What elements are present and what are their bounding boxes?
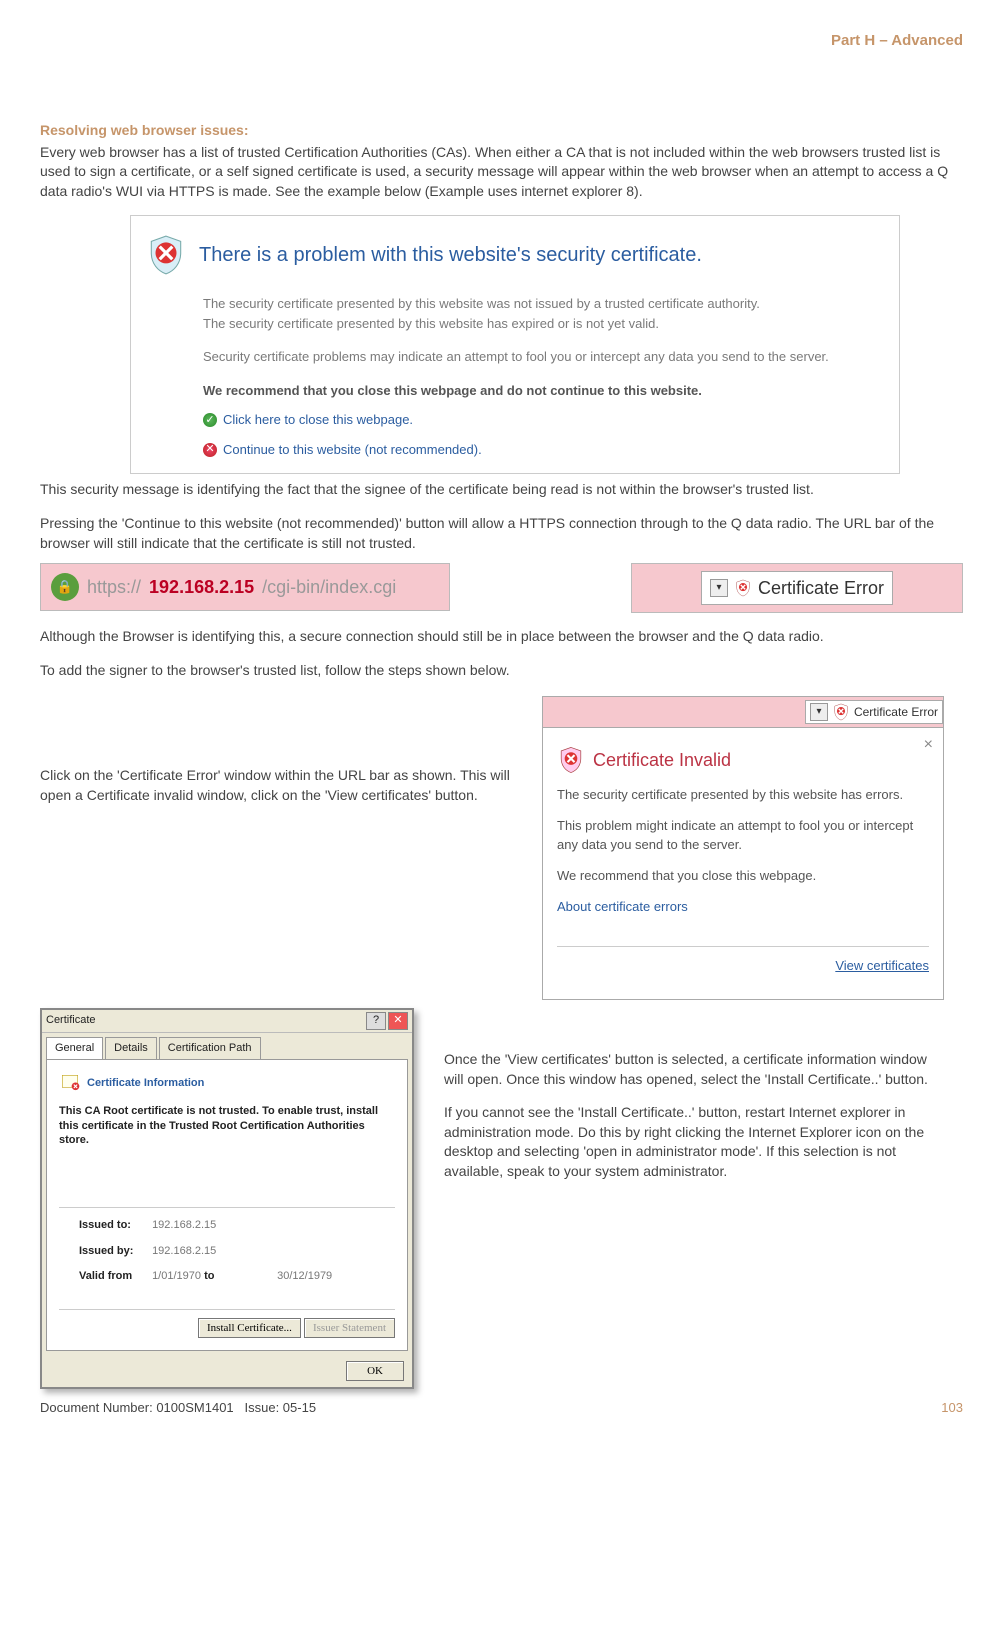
mid-paragraph-3: Although the Browser is identifying this… (40, 627, 963, 647)
page-number: 103 (941, 1399, 963, 1417)
ie-warning-title: There is a problem with this website's s… (199, 241, 702, 269)
tab-certpath[interactable]: Certification Path (159, 1037, 261, 1059)
valid-to-value: 30/12/1979 (277, 1270, 332, 1282)
help-button[interactable]: ? (366, 1012, 386, 1030)
section-header: Part H – Advanced (40, 30, 963, 51)
close-icon[interactable]: × (924, 734, 933, 756)
tab-details[interactable]: Details (105, 1037, 157, 1059)
popup-p1: The security certificate presented by th… (557, 786, 929, 805)
footer-issue: Issue: 05-15 (245, 1400, 317, 1415)
url-path: /cgi-bin/index.cgi (262, 575, 396, 600)
ie-line2: The security certificate presented by th… (203, 314, 885, 334)
ie-recommend: We recommend that you close this webpage… (203, 381, 885, 401)
shield-error-icon (734, 579, 752, 597)
mid-paragraph-2: Pressing the 'Continue to this website (… (40, 514, 963, 553)
ie-close-link[interactable]: ✓ Click here to close this webpage. (203, 410, 885, 430)
url-host: 192.168.2.15 (149, 575, 254, 600)
issued-to-label: Issued to: (79, 1218, 149, 1233)
ie-line1: The security certificate presented by th… (203, 294, 885, 314)
ie-warning-box: There is a problem with this website's s… (130, 215, 900, 474)
x-icon: ✕ (203, 443, 217, 457)
ie-line3: Security certificate problems may indica… (203, 347, 885, 367)
cert-invalid-popup: ▾ Certificate Error × Certificate Invali… (542, 696, 944, 1000)
close-button[interactable]: ✕ (388, 1012, 408, 1030)
right-paragraph-2: If you cannot see the 'Install Certifica… (444, 1103, 944, 1181)
valid-to-label: to (204, 1269, 274, 1284)
valid-from-value: 1/01/1970 (152, 1270, 201, 1282)
valid-from-label: Valid from (79, 1269, 149, 1284)
ok-button[interactable]: OK (346, 1361, 404, 1381)
heading: Resolving web browser issues: (40, 121, 963, 141)
certwin-title: Certificate (46, 1013, 96, 1028)
footer-doc: Document Number: 0100SM1401 (40, 1400, 234, 1415)
tab-general[interactable]: General (46, 1037, 103, 1059)
url-scheme: https:// (87, 575, 141, 600)
ie-continue-link[interactable]: ✕ Continue to this website (not recommen… (203, 440, 885, 460)
certificate-window: Certificate ? ✕ General Details Certific… (40, 1008, 414, 1388)
about-cert-errors-link[interactable]: About certificate errors (557, 898, 929, 916)
view-certificates-link[interactable]: View certificates (557, 946, 929, 975)
shield-error-icon (557, 746, 585, 774)
chevron-down-icon[interactable]: ▾ (710, 579, 728, 597)
issuer-statement-button[interactable]: Issuer Statement (304, 1318, 395, 1338)
cert-icon (59, 1072, 81, 1094)
intro-paragraph: Every web browser has a list of trusted … (40, 143, 963, 202)
right-paragraph-1: Once the 'View certificates' button is s… (444, 1050, 944, 1089)
cert-error-label: Certificate Error (758, 576, 884, 601)
popup-p2: This problem might indicate an attempt t… (557, 817, 929, 855)
install-certificate-button[interactable]: Install Certificate... (198, 1318, 301, 1338)
cert-warn-text: This CA Root certificate is not trusted.… (59, 1104, 395, 1208)
shield-error-icon (832, 703, 850, 721)
lock-icon: 🔒 (51, 573, 79, 601)
shield-error-icon (145, 234, 187, 276)
check-icon: ✓ (203, 413, 217, 427)
cert-info-head: Certificate Information (87, 1076, 204, 1091)
chevron-down-icon[interactable]: ▾ (810, 703, 828, 721)
issued-by-label: Issued by: (79, 1244, 149, 1259)
step-left-text: Click on the 'Certificate Error' window … (40, 696, 520, 805)
popup-cert-error-button[interactable]: ▾ Certificate Error (805, 700, 943, 724)
mid-paragraph-4: To add the signer to the browser's trust… (40, 661, 963, 681)
popup-bar-label: Certificate Error (854, 704, 938, 721)
url-bar[interactable]: 🔒 https:// 192.168.2.15/cgi-bin/index.cgi (40, 563, 450, 611)
mid-paragraph-1: This security message is identifying the… (40, 480, 963, 500)
popup-title: Certificate Invalid (593, 748, 731, 773)
popup-p3: We recommend that you close this webpage… (557, 867, 929, 886)
issued-to-value: 192.168.2.15 (152, 1219, 216, 1231)
cert-error-bar[interactable]: ▾ Certificate Error (631, 563, 963, 613)
issued-by-value: 192.168.2.15 (152, 1245, 216, 1257)
